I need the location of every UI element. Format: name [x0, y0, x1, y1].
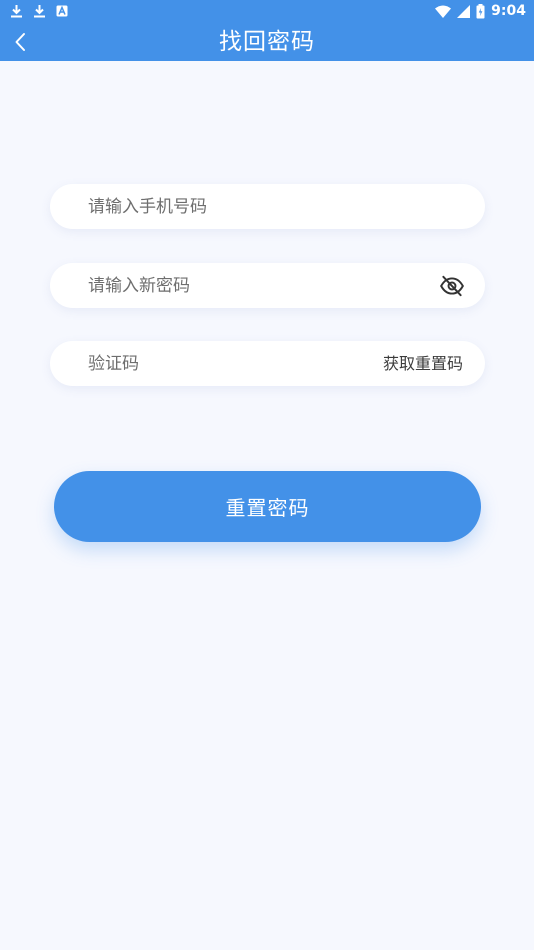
status-bar: 9:04 — [0, 0, 534, 24]
password-visibility-toggle[interactable] — [439, 273, 465, 299]
new-password-input[interactable] — [88, 263, 418, 308]
wifi-icon — [435, 5, 452, 18]
status-bar-system: 9:04 — [435, 3, 526, 20]
status-bar-notifications — [10, 4, 68, 18]
verification-code-input[interactable] — [88, 341, 338, 386]
title-bar: 找回密码 — [0, 24, 534, 61]
code-field: 获取重置码 — [50, 341, 485, 386]
reset-password-button[interactable]: 重置密码 — [54, 471, 481, 542]
download-icon — [34, 5, 45, 18]
download-icon — [11, 5, 22, 18]
a-badge-icon — [56, 5, 68, 17]
password-field — [50, 263, 485, 308]
app-header: 9:04 找回密码 — [0, 0, 534, 61]
signal-icon — [457, 5, 471, 18]
get-reset-code-button[interactable]: 获取重置码 — [383, 341, 463, 386]
phone-input[interactable] — [88, 184, 468, 229]
page-title: 找回密码 — [219, 29, 315, 55]
eye-off-icon — [440, 275, 464, 297]
status-time: 9:04 — [491, 3, 526, 19]
battery-icon — [476, 4, 485, 19]
phone-field — [50, 184, 485, 229]
